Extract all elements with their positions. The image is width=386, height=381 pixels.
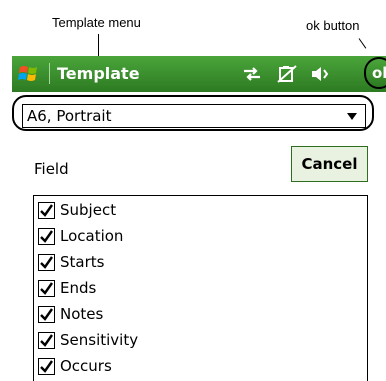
checkmark-icon [40, 282, 53, 295]
field-item-label: Location [60, 227, 124, 245]
checkmark-icon [40, 360, 53, 373]
field-label: Field [34, 160, 69, 178]
checkbox[interactable] [38, 332, 55, 349]
ok-button-leader-line [358, 38, 367, 49]
field-item-label: Subject [60, 201, 117, 219]
field-item-label: Occurs [60, 357, 112, 375]
field-item-label: Starts [60, 253, 105, 271]
checkmark-icon [40, 204, 53, 217]
checkbox[interactable] [38, 358, 55, 375]
volume-icon[interactable] [309, 63, 331, 85]
windows-logo-icon[interactable] [18, 62, 42, 86]
battery-icon[interactable] [276, 63, 298, 85]
field-item-label: Ends [60, 279, 97, 297]
checkmark-icon [40, 256, 53, 269]
checkbox[interactable] [38, 306, 55, 323]
template-menu-leader-line [98, 34, 99, 57]
connectivity-icon[interactable] [241, 63, 263, 85]
chevron-down-icon[interactable] [347, 113, 357, 121]
window-title: Template [57, 64, 140, 83]
template-menu-value: A6, Portrait [27, 107, 112, 125]
checkmark-icon [40, 230, 53, 243]
title-bar: Template ok [12, 56, 386, 92]
checkbox[interactable] [38, 202, 55, 219]
checkmark-icon [40, 308, 53, 321]
template-menu-callout-label: Template menu [52, 15, 141, 30]
checkbox[interactable] [38, 254, 55, 271]
field-list[interactable]: Subject Location Starts Ends Notes Sensi… [33, 195, 368, 381]
checkbox[interactable] [38, 280, 55, 297]
checkmark-icon [40, 334, 53, 347]
ok-button-callout-label: ok button [306, 18, 360, 33]
checkbox[interactable] [38, 228, 55, 245]
title-divider [49, 63, 50, 84]
field-item-label: Sensitivity [60, 331, 139, 349]
template-menu-dropdown[interactable]: A6, Portrait [22, 104, 366, 128]
cancel-button[interactable]: Cancel [291, 146, 368, 182]
ok-button-label: ok [372, 64, 386, 82]
field-item-label: Notes [60, 305, 104, 323]
ok-button[interactable]: ok [364, 57, 386, 89]
